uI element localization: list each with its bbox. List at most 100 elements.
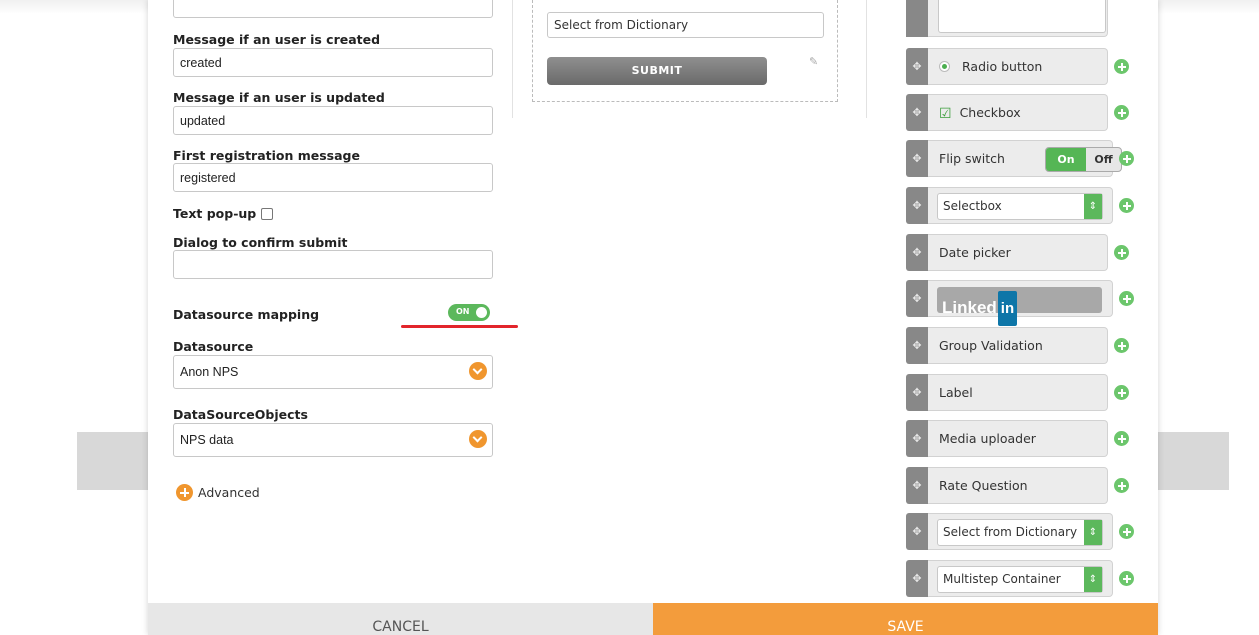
widget-body: Linked in (928, 280, 1113, 326)
selectbox-preview: Selectbox ⇕ (937, 193, 1103, 220)
widget-select-from-dictionary[interactable]: ✥ Select from Dictionary ⇕ (906, 513, 1138, 550)
widget-body: Radio button (928, 48, 1108, 85)
move-icon[interactable]: ✥ (906, 513, 928, 550)
widget-label: Selectbox (943, 199, 1002, 213)
add-widget-icon[interactable] (1119, 524, 1134, 539)
move-icon[interactable]: ✥ (906, 374, 928, 411)
widget-multistep-container[interactable]: ✥ Multistep Container ⇕ (906, 560, 1138, 597)
widget-checkbox[interactable]: ✥ ☑ Checkbox (906, 94, 1138, 131)
first-registration-label: First registration message (173, 148, 360, 163)
widget-label: Group Validation (939, 338, 1043, 353)
add-widget-icon[interactable] (1119, 571, 1134, 586)
widget-previous-input (938, 0, 1106, 33)
submit-button[interactable]: SUBMIT (547, 57, 767, 85)
widget-label[interactable]: ✥ Label (906, 374, 1138, 411)
advanced-toggle[interactable]: Advanced (176, 484, 260, 501)
add-widget-icon[interactable] (1114, 59, 1129, 74)
widget-flip-switch[interactable]: ✥ Flip switch On Off (906, 140, 1138, 177)
form-settings-modal: Message if an user is created created Me… (148, 0, 1158, 635)
widget-body: Group Validation (928, 327, 1108, 364)
widget-label: Multistep Container (943, 572, 1061, 586)
modal-footer: CANCEL SAVE (148, 603, 1158, 635)
datasource-label: Datasource (173, 339, 254, 354)
add-widget-icon[interactable] (1114, 478, 1129, 493)
move-icon[interactable]: ✥ (906, 94, 928, 131)
widget-date-picker[interactable]: ✥ Date picker (906, 234, 1138, 271)
pencil-icon[interactable]: ✎ (809, 55, 818, 68)
save-button[interactable]: SAVE (653, 603, 1158, 635)
flip-switch-preview: On Off (1045, 147, 1122, 172)
widget-body: Flip switch On Off (928, 140, 1122, 177)
datasource-objects-select[interactable]: NPS data (173, 423, 493, 457)
add-widget-icon[interactable] (1119, 291, 1134, 306)
checkmark-icon: ☑ (939, 106, 952, 122)
widget-body: Select from Dictionary ⇕ (928, 513, 1113, 550)
widget-media-uploader[interactable]: ✥ Media uploader (906, 420, 1138, 457)
move-icon[interactable]: ✥ (906, 234, 928, 271)
widget-body: Media uploader (928, 420, 1108, 457)
widget-body: Label (928, 374, 1108, 411)
first-registration-input[interactable]: registered (173, 163, 493, 192)
widget-group-validation[interactable]: ✥ Group Validation (906, 327, 1138, 364)
widget-selectbox[interactable]: ✥ Selectbox ⇕ (906, 187, 1138, 224)
move-icon[interactable]: ✥ (906, 467, 928, 504)
widget-body: Multistep Container ⇕ (928, 560, 1113, 597)
flip-off-label: Off (1094, 153, 1113, 166)
widget-label: Radio button (962, 59, 1043, 74)
datasource-mapping-toggle[interactable]: ON (448, 304, 490, 321)
toggle-knob (476, 307, 487, 318)
plus-circle-icon (176, 484, 193, 501)
text-popup-label: Text pop-up (173, 206, 257, 221)
chevron-down-icon (469, 430, 487, 448)
widget-label-text: Label (939, 385, 973, 400)
dialog-confirm-input[interactable] (173, 250, 493, 279)
updown-icon: ⇕ (1084, 567, 1102, 592)
chevron-down-icon (469, 362, 487, 380)
widget-body: Selectbox ⇕ (928, 187, 1113, 224)
datasource-objects-value: NPS data (180, 433, 234, 447)
cancel-button[interactable]: CANCEL (148, 603, 653, 635)
text-popup-checkbox[interactable] (261, 208, 274, 220)
updown-icon: ⇕ (1084, 520, 1102, 545)
move-icon[interactable]: ✥ (906, 327, 928, 364)
widget-label: Rate Question (939, 478, 1028, 493)
select-dictionary-preview: Select from Dictionary ⇕ (937, 519, 1103, 546)
add-widget-icon[interactable] (1119, 151, 1134, 166)
toggle-on-text: ON (456, 307, 470, 316)
datasource-select[interactable]: Anon NPS (173, 355, 493, 389)
widget-rate-question[interactable]: ✥ Rate Question (906, 467, 1138, 504)
add-widget-icon[interactable] (1114, 431, 1129, 446)
widget-label: Media uploader (939, 431, 1036, 446)
widget-linkedin[interactable]: ✥ Linked in (906, 280, 1138, 326)
add-widget-icon[interactable] (1114, 245, 1129, 260)
datasource-select-value: Anon NPS (180, 365, 239, 379)
move-icon[interactable]: ✥ (906, 420, 928, 457)
move-icon[interactable]: ✥ (906, 560, 928, 597)
widget-radio-button[interactable]: ✥ Radio button (906, 48, 1138, 85)
widget-body: ☑ Checkbox (928, 94, 1108, 131)
radio-icon (939, 61, 950, 72)
linkedin-in-badge: in (997, 291, 1018, 326)
add-widget-icon[interactable] (1114, 105, 1129, 120)
move-icon[interactable]: ✥ (906, 48, 928, 85)
widget-label: Select from Dictionary (943, 525, 1078, 539)
add-widget-icon[interactable] (1119, 198, 1134, 213)
msg-created-input[interactable]: created (173, 48, 493, 77)
add-widget-icon[interactable] (1114, 338, 1129, 353)
move-icon[interactable]: ✥ (906, 280, 928, 317)
column-divider-left (512, 0, 513, 118)
add-widget-icon[interactable] (1114, 385, 1129, 400)
drag-handle[interactable] (906, 0, 928, 37)
widget-label: Flip switch (939, 151, 1005, 166)
msg-created-label: Message if an user is created (173, 32, 381, 47)
linkedin-logo: Linked in (937, 287, 1102, 326)
updown-icon: ⇕ (1084, 194, 1102, 219)
move-icon[interactable]: ✥ (906, 140, 928, 177)
select-from-dictionary-field[interactable]: Select from Dictionary (547, 12, 824, 38)
move-icon[interactable]: ✥ (906, 187, 928, 224)
widget-label: Date picker (939, 245, 1011, 260)
previous-field-input[interactable] (173, 0, 493, 18)
msg-updated-input[interactable]: updated (173, 106, 493, 135)
flip-on-label: On (1046, 148, 1086, 171)
multistep-preview: Multistep Container ⇕ (937, 566, 1103, 593)
